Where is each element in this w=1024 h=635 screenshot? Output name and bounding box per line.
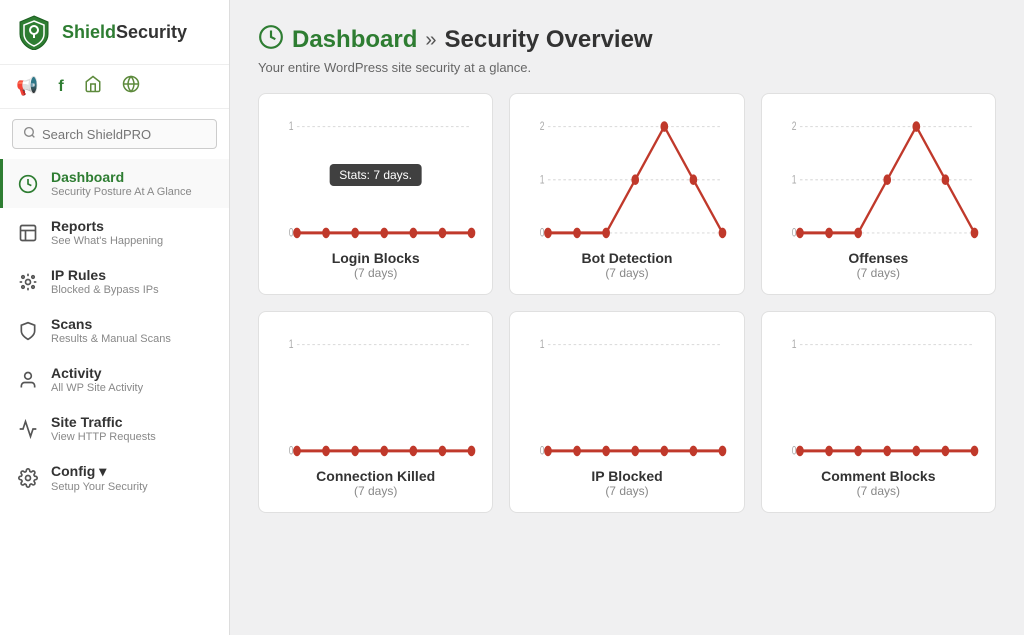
- dashboard-subtitle: Security Posture At A Glance: [51, 186, 192, 198]
- scans-title: Scans: [51, 316, 171, 332]
- scans-icon: [17, 320, 39, 342]
- chart-area-offenses: 2 1 0: [776, 110, 981, 240]
- chart-sublabel-bot-detection: (7 days): [524, 266, 729, 280]
- chart-sublabel-connection-killed: (7 days): [273, 484, 478, 498]
- chart-label-ip-blocked: IP Blocked: [524, 468, 729, 484]
- page-title-sub: Security Overview: [444, 26, 652, 54]
- search-icon: [23, 126, 36, 142]
- chart-label-bot-detection: Bot Detection: [524, 250, 729, 266]
- activity-icon: [17, 369, 39, 391]
- sidebar-nav: Dashboard Security Posture At A Glance R…: [0, 159, 229, 503]
- search-input[interactable]: [42, 127, 206, 142]
- chart-sublabel-comment-blocks: (7 days): [776, 484, 981, 498]
- chart-card-comment-blocks: 10 Comment Blocks (7 days): [761, 311, 996, 513]
- chart-card-connection-killed: 10 Connection Killed (7 days): [258, 311, 493, 513]
- main-content: Dashboard » Security Overview Your entir…: [230, 0, 1024, 635]
- page-title-main: Dashboard: [292, 26, 417, 54]
- chart-sublabel-offenses: (7 days): [776, 266, 981, 280]
- chart-card-offenses: 2 1 0 Offenses (7 days): [761, 93, 996, 295]
- sidebar-item-ip-rules[interactable]: IP Rules Blocked & Bypass IPs: [0, 257, 229, 306]
- chart-label-login-blocks: Login Blocks: [273, 250, 478, 266]
- sidebar-item-site-traffic[interactable]: Site Traffic View HTTP Requests: [0, 404, 229, 453]
- chart-sublabel-ip-blocked: (7 days): [524, 484, 729, 498]
- ip-rules-title: IP Rules: [51, 267, 159, 283]
- sidebar-item-dashboard[interactable]: Dashboard Security Posture At A Glance: [0, 159, 229, 208]
- logo-text: ShieldSecurity: [62, 22, 187, 43]
- site-traffic-subtitle: View HTTP Requests: [51, 431, 156, 443]
- dashboard-clock-icon: [258, 24, 284, 56]
- search-bar[interactable]: [12, 119, 217, 149]
- chart-svg-ip-blocked: 10: [524, 328, 729, 458]
- reports-title: Reports: [51, 218, 163, 234]
- page-subtitle: Your entire WordPress site security at a…: [258, 60, 996, 75]
- activity-title: Activity: [51, 365, 143, 381]
- chart-area-comment-blocks: 10: [776, 328, 981, 458]
- svg-text:2: 2: [540, 121, 545, 134]
- activity-subtitle: All WP Site Activity: [51, 382, 143, 394]
- ip-rules-icon: [17, 271, 39, 293]
- svg-text:0: 0: [791, 445, 796, 458]
- reports-subtitle: See What's Happening: [51, 235, 163, 247]
- sidebar-item-reports[interactable]: Reports See What's Happening: [0, 208, 229, 257]
- chart-svg-comment-blocks: 10: [776, 328, 981, 458]
- svg-text:1: 1: [289, 121, 294, 134]
- site-traffic-title: Site Traffic: [51, 414, 156, 430]
- reports-icon: [17, 222, 39, 244]
- sidebar-item-scans[interactable]: Scans Results & Manual Scans: [0, 306, 229, 355]
- chart-svg-login-blocks: 10: [273, 110, 478, 240]
- globe-icon[interactable]: [122, 75, 140, 98]
- page-title-row: Dashboard » Security Overview: [258, 24, 996, 56]
- svg-text:2: 2: [791, 121, 796, 134]
- dashboard-icon: [17, 173, 39, 195]
- sidebar-social-icons: 📢 f: [0, 65, 229, 109]
- chart-svg-bot-detection: 2 1 0: [524, 110, 729, 240]
- svg-text:1: 1: [791, 174, 796, 187]
- chart-svg-connection-killed: 10: [273, 328, 478, 458]
- chart-area-connection-killed: 10: [273, 328, 478, 458]
- config-title: Config ▾: [51, 463, 148, 480]
- scans-subtitle: Results & Manual Scans: [51, 333, 171, 345]
- svg-text:1: 1: [540, 174, 545, 187]
- svg-text:1: 1: [289, 339, 294, 352]
- svg-text:0: 0: [289, 445, 294, 458]
- svg-text:1: 1: [791, 339, 796, 352]
- sidebar: ShieldSecurity 📢 f Dashboard Security Po…: [0, 0, 230, 635]
- sidebar-item-activity[interactable]: Activity All WP Site Activity: [0, 355, 229, 404]
- dashboard-title: Dashboard: [51, 169, 192, 185]
- page-header: Dashboard » Security Overview Your entir…: [258, 24, 996, 75]
- chart-svg-offenses: 2 1 0: [776, 110, 981, 240]
- ip-rules-subtitle: Blocked & Bypass IPs: [51, 284, 159, 296]
- chart-label-connection-killed: Connection Killed: [273, 468, 478, 484]
- megaphone-icon[interactable]: 📢: [16, 76, 38, 97]
- logo-area: ShieldSecurity: [0, 0, 229, 65]
- chart-sublabel-login-blocks: (7 days): [273, 266, 478, 280]
- site-traffic-icon: [17, 418, 39, 440]
- config-icon: [17, 467, 39, 489]
- chart-area-ip-blocked: 10: [524, 328, 729, 458]
- chart-label-comment-blocks: Comment Blocks: [776, 468, 981, 484]
- chart-card-bot-detection: 2 1 0 Bot Detection (7 days): [509, 93, 744, 295]
- svg-text:0: 0: [540, 445, 545, 458]
- chart-label-offenses: Offenses: [776, 250, 981, 266]
- chart-area-bot-detection: 2 1 0: [524, 110, 729, 240]
- chart-card-ip-blocked: 10 IP Blocked (7 days): [509, 311, 744, 513]
- chart-card-login-blocks: 10 Stats: 7 days. Login Blocks (7 days): [258, 93, 493, 295]
- config-subtitle: Setup Your Security: [51, 481, 148, 493]
- sidebar-item-config[interactable]: Config ▾ Setup Your Security: [0, 453, 229, 503]
- svg-text:0: 0: [540, 227, 545, 240]
- shield-logo-icon: [16, 14, 52, 50]
- svg-text:1: 1: [540, 339, 545, 352]
- page-title-arrow: »: [425, 29, 436, 52]
- facebook-icon[interactable]: f: [58, 78, 63, 96]
- charts-grid: 10 Stats: 7 days. Login Blocks (7 days) …: [258, 93, 996, 513]
- svg-text:0: 0: [289, 227, 294, 240]
- chart-area-login-blocks: 10 Stats: 7 days.: [273, 110, 478, 240]
- svg-text:0: 0: [791, 227, 796, 240]
- home-icon[interactable]: [84, 75, 102, 98]
